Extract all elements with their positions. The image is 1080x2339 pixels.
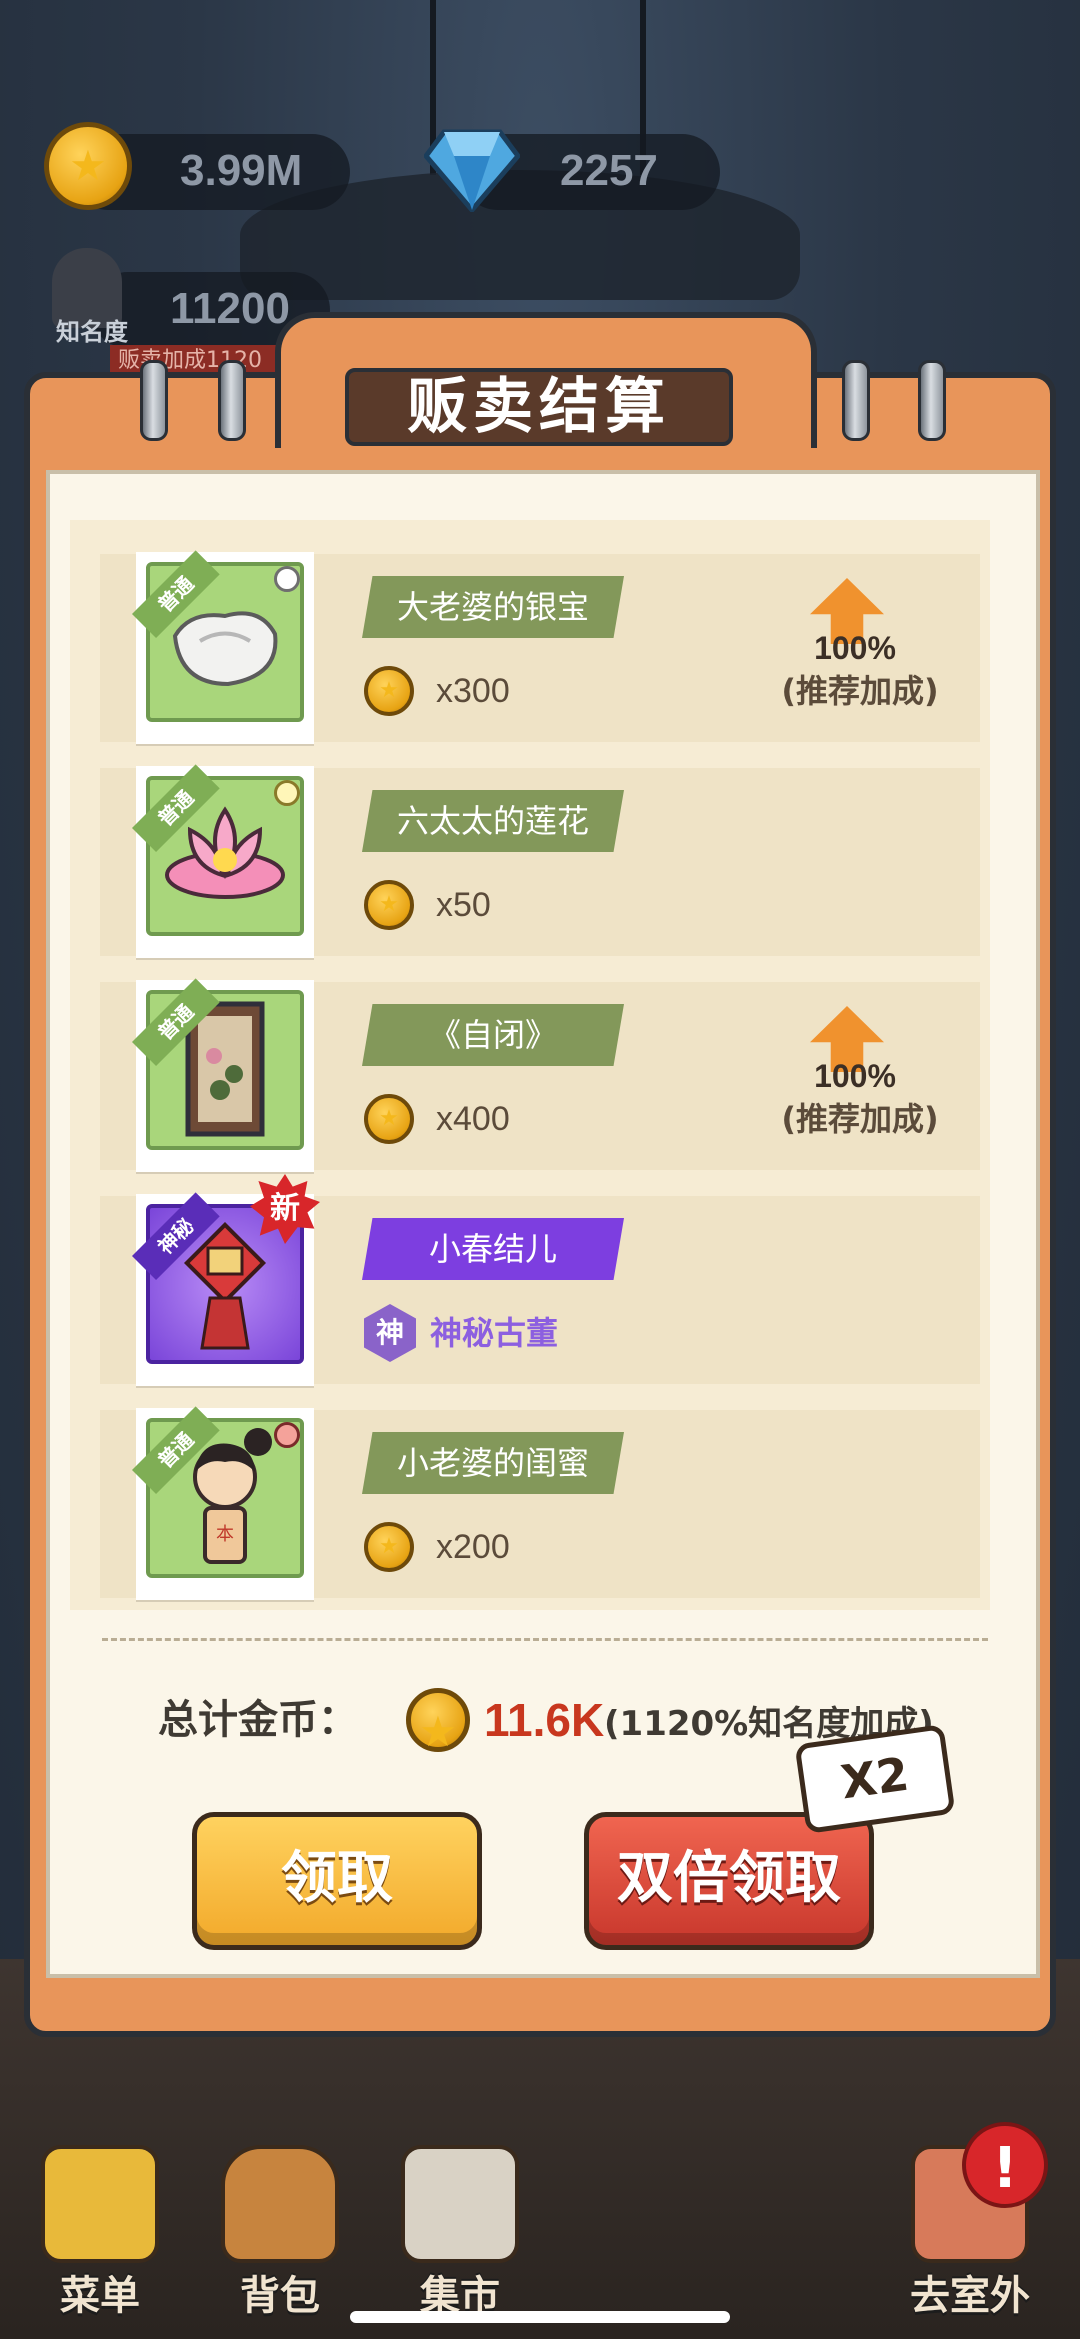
nav-menu-label: 菜单 [60,2273,140,2319]
gem-amount: 2257 [560,146,658,195]
coin-icon [364,1094,414,1144]
item-price: x400 [436,1100,510,1138]
backpack-icon [221,2145,339,2263]
item-name: 《自闭》 [362,1004,624,1066]
total-label: 总计金币： [158,1697,358,1743]
item-card[interactable]: 神秘 新 [132,1174,320,1386]
bonus-label: (推荐加成) [781,672,939,710]
item-price: x50 [436,886,491,924]
item-name: 六太太的莲花 [362,790,624,852]
binder-ring [918,360,946,441]
quality-dot [274,780,300,806]
item-card[interactable]: 普通 [132,550,314,744]
coin-icon [44,122,132,210]
list-item: 本 普通 小老婆的闺蜜 x200 [100,1406,980,1600]
coin-icon [364,880,414,930]
bonus-percent: 100% [814,630,896,666]
item-name: 小春结儿 [362,1218,624,1280]
panel-title: 贩卖结算 [345,368,733,446]
market-stall-icon [401,2145,519,2263]
coin-icon [364,1522,414,1572]
binder-ring [140,360,168,441]
item-card[interactable]: 普通 [132,764,314,958]
nav-market[interactable]: 集市 [390,2145,530,2321]
item-card[interactable]: 本 普通 [132,1406,314,1600]
svg-text:本: 本 [216,1524,234,1545]
quality-dot [274,1422,300,1448]
list-item: 神秘 新 小春结儿 神 神秘古董 [100,1174,980,1386]
divider [102,1638,988,1641]
claim-button[interactable]: 领取 [192,1812,482,1950]
bonus-label: (推荐加成) [781,1100,939,1138]
nav-bag-label: 背包 [240,2273,320,2319]
coin-icon [406,1688,470,1752]
coin-icon [364,666,414,716]
binder-ring [218,360,246,441]
mystery-category: 神秘古董 [430,1314,559,1352]
binder-ring [842,360,870,441]
total-value: 11.6K [484,1694,605,1746]
list-item: 普通 六太太的莲花 x50 [100,764,980,958]
coin-amount: 3.99M [180,146,303,195]
nav-bag[interactable]: 背包 [210,2145,350,2321]
nav-menu[interactable]: 菜单 [30,2145,170,2321]
double-claim-button[interactable]: 双倍领取 [584,1812,874,1950]
mystery-hex-icon: 神 [364,1304,416,1362]
item-price: x300 [436,672,510,710]
fame-amount: 11200 [170,284,290,333]
nav-outside-label: 去室外 [910,2273,1030,2319]
bonus-percent: 100% [814,1058,896,1094]
item-name: 大老婆的银宝 [362,576,624,638]
list-item: 普通 大老婆的银宝 x300 100% (推荐加成) [100,550,980,744]
diamond-icon [424,129,520,212]
item-card[interactable]: 普通 [132,978,314,1172]
fame-label: 知名度 [56,318,128,346]
item-name: 小老婆的闺蜜 [362,1432,624,1494]
home-indicator [350,2311,730,2323]
item-price: x200 [436,1528,510,1566]
list-item: 普通 《自闭》 x400 100% (推荐加成) [100,978,980,1172]
quality-dot [274,566,300,592]
menu-book-icon [41,2145,159,2263]
alert-icon[interactable]: ! [962,2122,1048,2208]
